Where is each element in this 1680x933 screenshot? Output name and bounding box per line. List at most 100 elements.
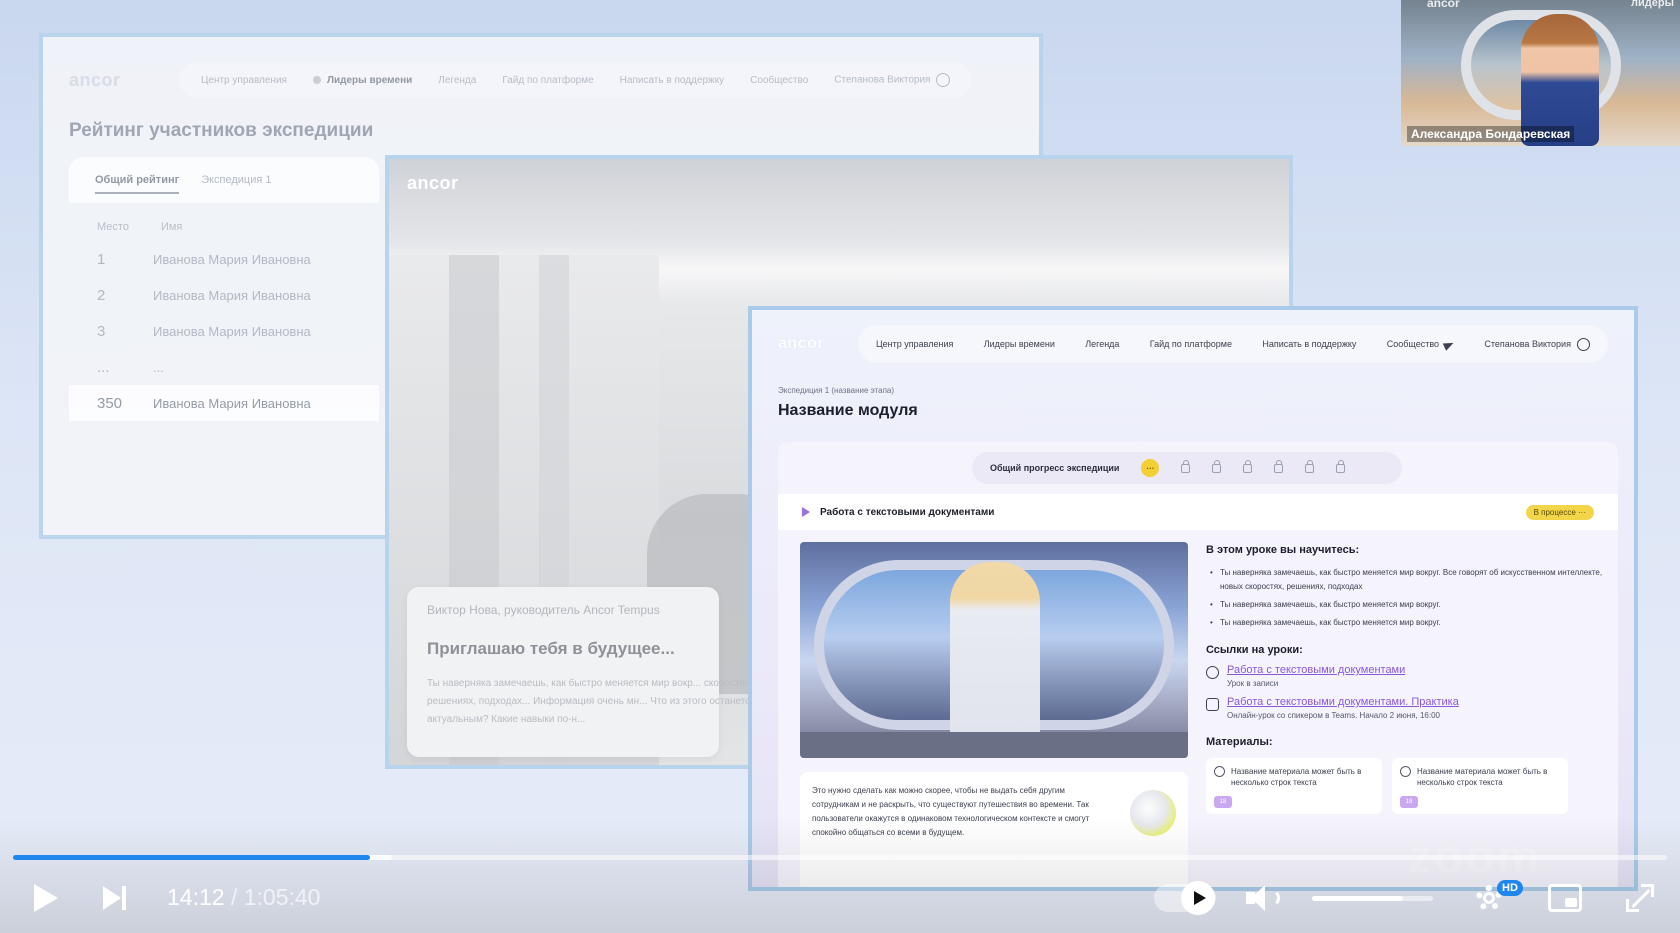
progress-label: Общий прогресс экспедиции — [990, 463, 1120, 473]
next-button[interactable] — [100, 878, 132, 918]
participant-video[interactable]: ancor лидеры Александра Бондаревская — [1401, 0, 1680, 146]
pip-button[interactable] — [1545, 878, 1585, 918]
slide-module: ancor Центр управления Лидеры времени Ле… — [748, 306, 1638, 891]
materials-heading: Материалы: — [1206, 736, 1273, 748]
rating-nav-user: Степанова Виктория — [834, 73, 951, 87]
module-nav: ancor Центр управления Лидеры времени Ле… — [778, 324, 1608, 364]
material-title: Название материала может быть в нескольк… — [1231, 767, 1362, 787]
list-item: Ты наверняка замечаешь, как быстро меняе… — [1206, 566, 1606, 594]
rating-table-header: Место Имя — [69, 203, 379, 241]
col-place: Место — [97, 221, 129, 233]
material-card: Название материала может быть в нескольк… — [1206, 758, 1382, 814]
lock-icon — [1274, 459, 1284, 473]
row-name: ... — [153, 359, 164, 375]
nav-time-leaders: Лидеры времени — [983, 339, 1055, 349]
lesson-bar: Работа с текстовыми документами В процес… — [778, 494, 1618, 530]
promo-author: Виктор Нова, руководитель Ancor Tempus — [427, 603, 660, 617]
user-icon — [1576, 337, 1590, 351]
volume-level[interactable] — [1312, 896, 1403, 901]
material-card: Название материала может быть в нескольк… — [1392, 758, 1568, 814]
dot-icon — [312, 75, 321, 84]
seek-progress[interactable] — [13, 855, 370, 860]
rating-nav-item: Легенда — [438, 74, 477, 86]
controls-overlay — [0, 815, 1680, 933]
nav-guide: Гайд по платформе — [1149, 339, 1232, 349]
material-tag: 18 — [1214, 796, 1232, 808]
page-title: Название модуля — [778, 402, 918, 419]
rating-nav-item: Центр управления — [201, 74, 287, 86]
current-time: 14:12 — [167, 884, 225, 910]
volume-icon — [1246, 883, 1284, 913]
breadcrumb: Экспедиция 1 (название этапа) — [778, 386, 895, 395]
nav-user-name: Степанова Виктория — [1484, 338, 1571, 349]
pip-icon — [1548, 884, 1582, 912]
rating-tabs: Общий рейтинг Экспедиция 1 — [69, 157, 379, 203]
progress-current-dot: ··· — [1141, 459, 1160, 477]
table-row: 1 Иванова Мария Ивановна — [69, 241, 379, 277]
nav-community-label: Сообщество — [1386, 339, 1440, 349]
promo-logo: ancor — [407, 173, 459, 193]
row-name: Иванова Мария Ивановна — [153, 395, 311, 411]
table-row: 3 Иванова Мария Ивановна — [69, 313, 379, 349]
rating-nav-item: Написать в поддержку — [619, 74, 725, 86]
list-item: Ты наверняка замечаешь, как быстро меняе… — [1206, 598, 1606, 612]
lesson-link: Работа с текстовыми документами Урок в з… — [1206, 664, 1606, 688]
promo-headline: Приглашаю тебя в будущее... — [427, 639, 675, 658]
links-heading: Ссылки на уроки: — [1206, 644, 1303, 656]
document-icon — [1214, 766, 1225, 777]
recording-icon — [1206, 666, 1219, 679]
next-icon — [103, 886, 129, 910]
video-frame[interactable]: ancor Центр управления Лидеры времени Ле… — [0, 0, 1680, 933]
nav-community: Сообщество — [1386, 338, 1456, 351]
table-row-current-user: 350 Иванова Мария Ивановна — [69, 385, 379, 421]
rating-logo: ancor — [69, 69, 121, 90]
illustration-floor — [800, 732, 1188, 758]
row-place: 3 — [97, 322, 106, 340]
rating-user-name: Степанова Виктория — [834, 74, 931, 86]
lock-icon — [1181, 459, 1191, 473]
user-icon — [936, 73, 951, 87]
play-button[interactable] — [26, 878, 66, 918]
participant-slide-logo: ancor — [1427, 0, 1460, 10]
table-row: 2 Иванова Мария Ивановна — [69, 277, 379, 313]
promo-body: Ты наверняка замечаешь, как быстро меняе… — [427, 678, 756, 725]
rating-card: Общий рейтинг Экспедиция 1 Место Имя 1 Ив… — [69, 157, 379, 497]
rating-nav-item: Сообщество — [750, 74, 809, 86]
expedition-progress: Общий прогресс экспедиции ··· — [972, 452, 1402, 484]
rating-nav-pill: Центр управления Лидеры времени Легенда … — [179, 62, 973, 98]
row-place: 350 — [97, 394, 123, 412]
autoplay-toggle-knob[interactable] — [1181, 881, 1215, 915]
module-logo: ancor — [778, 335, 825, 352]
promo-quote-card: Виктор Нова, руководитель Ancor Tempus П… — [407, 587, 756, 757]
materials-list: Название материала может быть в нескольк… — [1206, 758, 1606, 814]
lesson-link-sub: Онлайн-урок со спикером в Teams. Начало … — [1227, 711, 1440, 720]
time-display: 14:12 / 1:05:40 — [167, 884, 320, 911]
fullscreen-button[interactable] — [1622, 878, 1658, 918]
rating-nav: ancor Центр управления Лидеры времени Ле… — [69, 59, 1013, 101]
lesson-link: Работа с текстовыми документами. Практик… — [1206, 696, 1606, 720]
volume-button[interactable] — [1245, 878, 1285, 918]
lesson-link-title: Работа с текстовыми документами. Практик… — [1227, 696, 1459, 708]
status-badge: В процессе ··· — [1525, 504, 1594, 520]
play-triangle-icon — [802, 507, 810, 517]
nav-legend: Легенда — [1085, 339, 1120, 349]
lesson-illustration — [800, 542, 1188, 758]
illustration-figure — [950, 562, 1040, 758]
lesson-details: В этом уроке вы научитесь: Ты наверняка … — [1206, 544, 1606, 814]
lock-icon — [1336, 459, 1346, 473]
nav-user: Степанова Виктория — [1484, 337, 1590, 351]
links-section: Ссылки на уроки: Работа с текстовыми док… — [1206, 644, 1606, 720]
lock-icon — [1212, 459, 1222, 473]
document-icon — [1400, 766, 1411, 777]
module-nav-pill: Центр управления Лидеры времени Легенда … — [858, 325, 1608, 363]
video-call-icon — [1206, 698, 1219, 711]
participant-name: Александра Бондаревская — [1407, 126, 1575, 142]
rating-nav-item: Гайд по платформе — [502, 74, 594, 86]
nav-support: Написать в поддержку — [1262, 339, 1357, 349]
rating-nav-item-active: Лидеры времени — [312, 75, 412, 86]
lesson-title: Работа с текстовыми документами — [820, 506, 995, 518]
participant-slide-nav: лидеры — [1631, 0, 1674, 9]
play-icon — [1193, 891, 1206, 905]
tab-general-rating: Общий рейтинг — [95, 174, 180, 194]
row-place: 1 — [97, 250, 106, 268]
